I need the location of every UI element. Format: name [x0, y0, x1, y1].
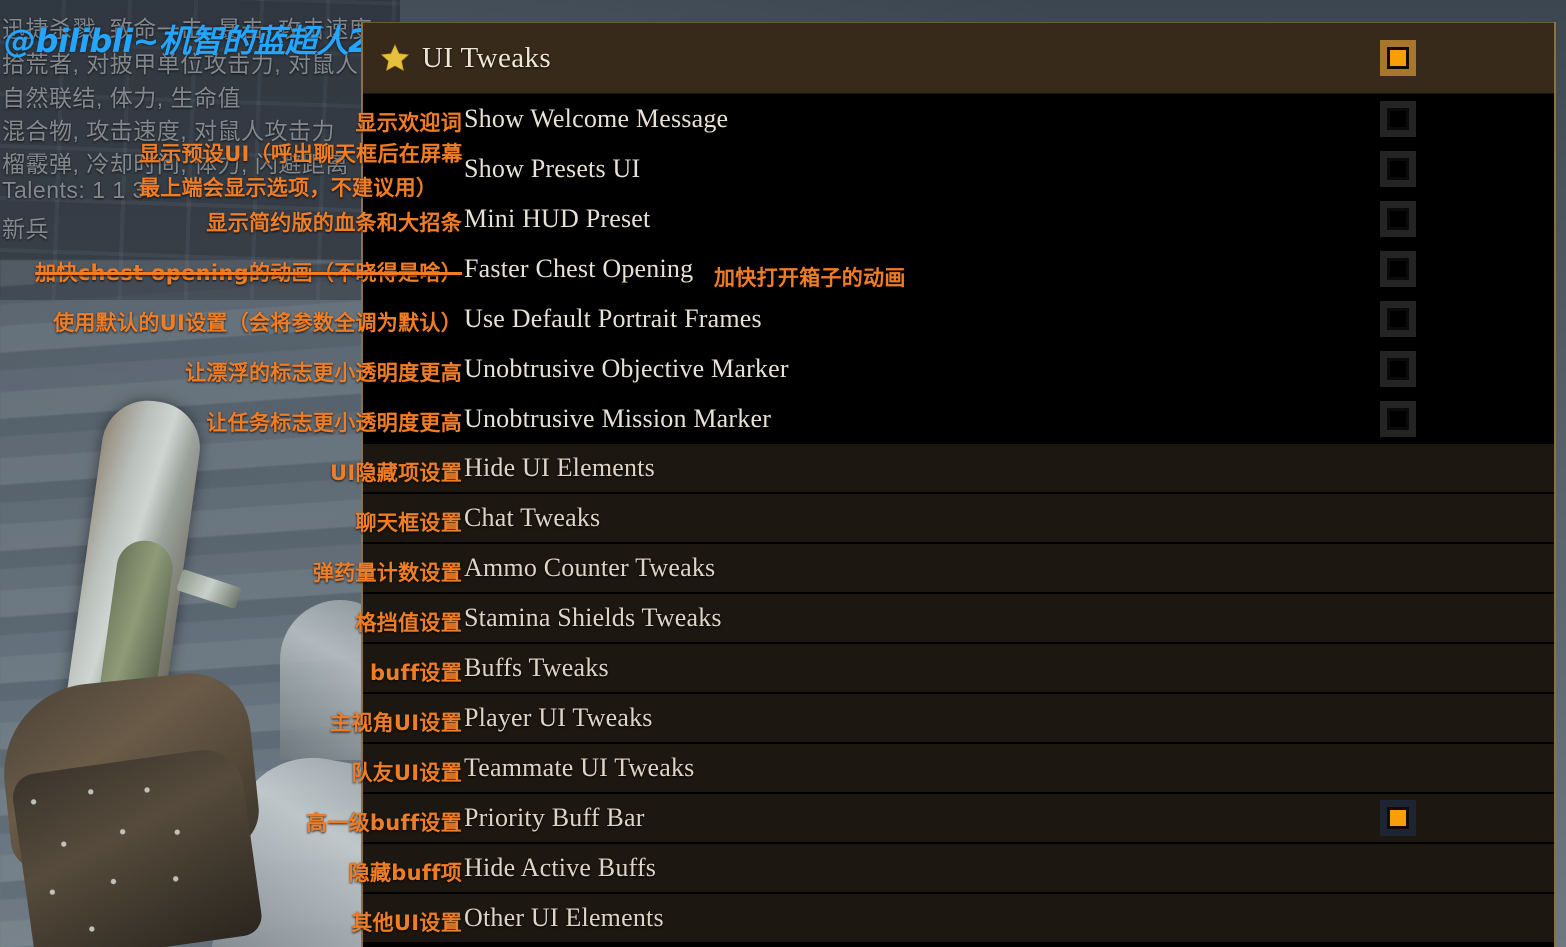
option-row[interactable]: Teammate UI Tweaks — [363, 744, 1554, 794]
option-row[interactable]: Chat Tweaks — [363, 494, 1554, 544]
option-checkbox-box — [1387, 807, 1409, 829]
option-label: Hide Active Buffs — [464, 853, 657, 882]
option-checkbox[interactable] — [1380, 800, 1416, 836]
option-row[interactable]: Buffs Tweaks — [363, 644, 1554, 694]
bilibili-watermark: @bilibli~机智的蓝超人2 — [4, 22, 370, 60]
option-row[interactable]: Ammo Counter Tweaks — [363, 544, 1554, 594]
option-label: Stamina Shields Tweaks — [464, 603, 722, 632]
screenshot-root: 迅捷杀戮, 致命一击, 暴击, 攻击速度 拾荒者, 对披甲单位攻击力, 对鼠人 … — [0, 0, 1566, 947]
option-row[interactable]: Player UI Tweaks — [363, 694, 1554, 744]
option-row[interactable]: Other UI Elements — [363, 894, 1554, 944]
option-checkbox[interactable] — [1380, 351, 1416, 387]
option-checkbox[interactable] — [1380, 101, 1416, 137]
option-checkbox-box — [1387, 208, 1409, 230]
option-label: Player UI Tweaks — [464, 703, 653, 732]
option-row[interactable]: Faster Chest Opening — [363, 244, 1554, 294]
option-label: Chat Tweaks — [464, 503, 601, 532]
option-checkbox-box — [1387, 258, 1409, 280]
option-row[interactable]: Show Presets UI — [363, 144, 1554, 194]
option-checkbox-box — [1387, 358, 1409, 380]
star-icon — [380, 44, 410, 71]
option-label: Show Presets UI — [464, 154, 641, 183]
option-label: Ammo Counter Tweaks — [464, 553, 716, 582]
option-row[interactable]: Show Welcome Message — [363, 94, 1554, 144]
option-label: Unobtrusive Mission Marker — [464, 404, 772, 433]
option-label: Teammate UI Tweaks — [464, 753, 695, 782]
option-label: Other UI Elements — [464, 903, 664, 932]
option-row[interactable]: Stamina Shields Tweaks — [363, 594, 1554, 644]
option-label: Unobtrusive Objective Marker — [464, 354, 789, 383]
header-checkbox-box — [1387, 47, 1409, 69]
background-character-bracer — [9, 744, 265, 947]
option-checkbox[interactable] — [1380, 251, 1416, 287]
option-row[interactable]: Unobtrusive Objective Marker — [363, 344, 1554, 394]
option-row[interactable]: Mini HUD Preset — [363, 194, 1554, 244]
option-checkbox[interactable] — [1380, 201, 1416, 237]
header-checkbox[interactable] — [1380, 40, 1416, 76]
option-checkbox[interactable] — [1380, 151, 1416, 187]
option-label: Hide UI Elements — [464, 453, 655, 482]
option-row[interactable]: Priority Buff Bar — [363, 794, 1554, 844]
option-label: Use Default Portrait Frames — [464, 304, 762, 333]
option-row[interactable]: Hide Active Buffs — [363, 844, 1554, 894]
option-rows-container: Show Welcome Message Show Presets UI Mini … — [363, 94, 1554, 944]
option-label: Buffs Tweaks — [464, 653, 609, 682]
option-label: Faster Chest Opening — [464, 254, 694, 283]
option-label: Mini HUD Preset — [464, 204, 651, 233]
option-checkbox-box — [1387, 158, 1409, 180]
option-checkbox-box — [1387, 108, 1409, 130]
page-title: UI Tweaks — [422, 41, 552, 74]
option-checkbox[interactable] — [1380, 301, 1416, 337]
option-row[interactable]: Unobtrusive Mission Marker — [363, 394, 1554, 444]
mod-header-row[interactable]: UI Tweaks — [363, 22, 1554, 94]
option-row[interactable]: Use Default Portrait Frames — [363, 294, 1554, 344]
option-checkbox-box — [1387, 408, 1409, 430]
option-label: Show Welcome Message — [464, 104, 729, 133]
option-checkbox-box — [1387, 308, 1409, 330]
option-checkbox[interactable] — [1380, 401, 1416, 437]
option-label: Priority Buff Bar — [464, 803, 645, 832]
mod-options-panel: UI Tweaks Show Welcome Message Show Prese… — [361, 22, 1556, 947]
option-row[interactable]: Hide UI Elements — [363, 444, 1554, 494]
